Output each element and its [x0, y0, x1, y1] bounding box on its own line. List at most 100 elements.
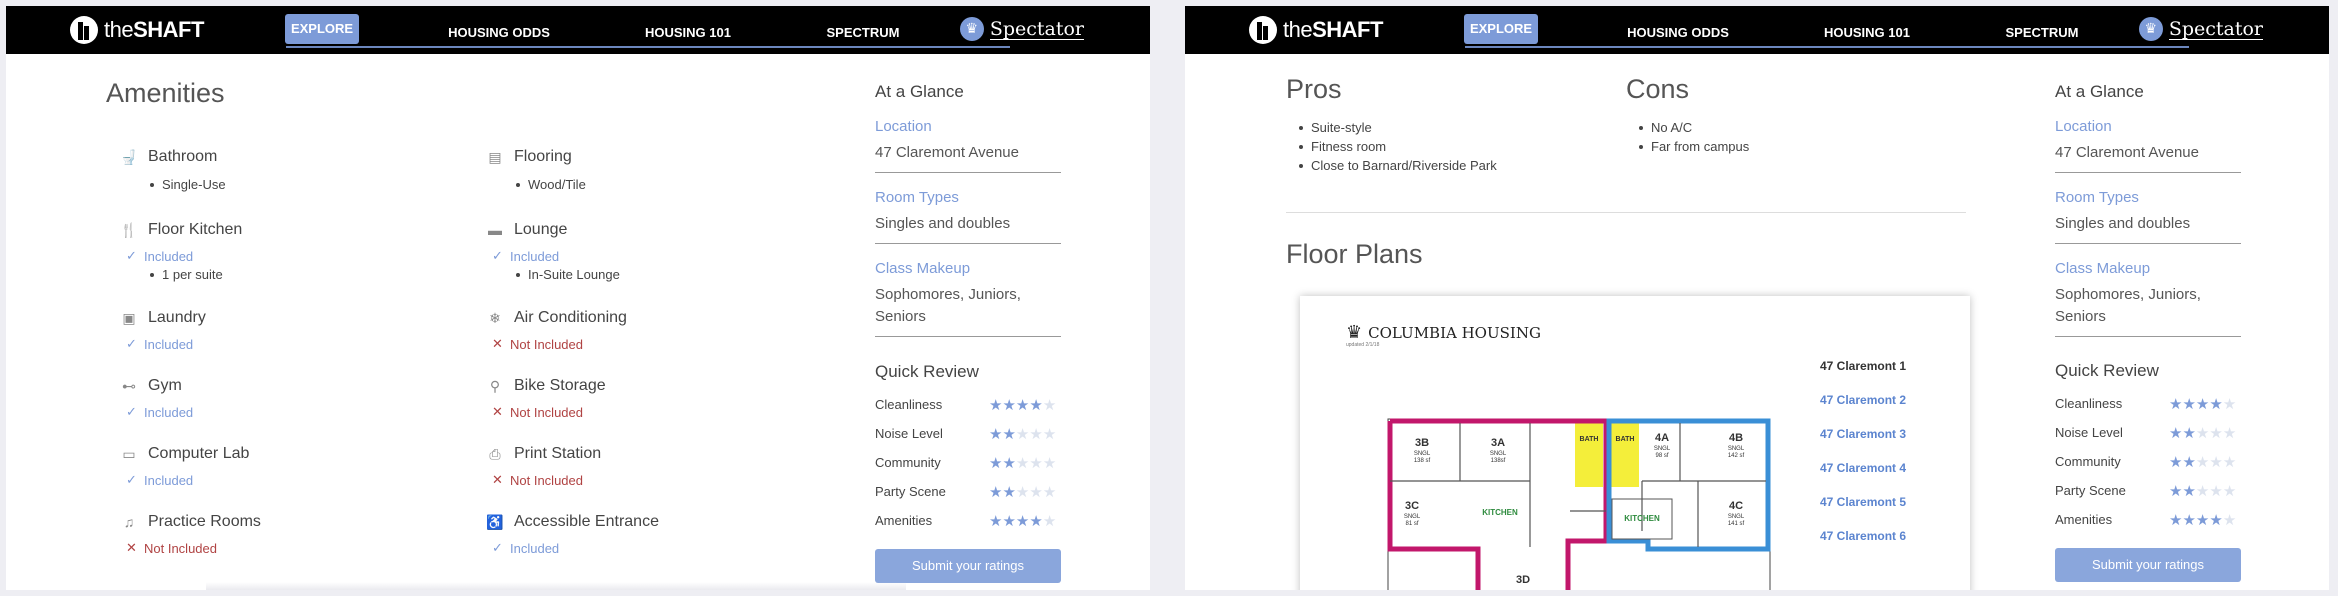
amenity-status-text: Not Included	[510, 336, 583, 352]
star-icon[interactable]: ★	[2196, 396, 2209, 413]
shaft-logo[interactable]: theSHAFT	[70, 16, 204, 44]
star-icon[interactable]: ★	[2223, 425, 2236, 442]
star-icon[interactable]: ★	[1029, 455, 1042, 472]
amenity-status: ✕ Not Included	[492, 472, 601, 488]
bath-label-left: BATH	[1580, 436, 1599, 443]
navbar: theSHAFT EXPLORE HOUSING ODDS HOUSING 10…	[6, 6, 1150, 54]
class-makeup-label[interactable]: Class Makeup	[875, 260, 1061, 277]
rating-row-community: Community ★★★★★	[875, 448, 1061, 477]
star-rating[interactable]: ★★★★★	[2169, 395, 2236, 413]
star-rating[interactable]: ★★★★★	[2169, 424, 2236, 442]
star-icon[interactable]: ★	[1043, 484, 1056, 501]
room-types-label[interactable]: Room Types	[875, 189, 1061, 206]
star-icon[interactable]: ★	[989, 426, 1002, 443]
star-icon[interactable]: ★	[1002, 397, 1015, 414]
star-icon[interactable]: ★	[1029, 484, 1042, 501]
star-rating[interactable]: ★★★★★	[2169, 453, 2236, 471]
location-label[interactable]: Location	[2055, 118, 2241, 135]
star-icon[interactable]: ★	[1002, 513, 1015, 530]
star-icon[interactable]: ★	[2182, 425, 2195, 442]
star-icon[interactable]: ★	[1043, 397, 1056, 414]
star-icon[interactable]: ★	[2223, 483, 2236, 500]
star-icon[interactable]: ★	[989, 455, 1002, 472]
star-icon[interactable]: ★	[989, 397, 1002, 414]
star-icon[interactable]: ★	[1002, 426, 1015, 443]
floor-link-current[interactable]: 47 Claremont 1	[1820, 358, 1906, 392]
star-icon[interactable]: ★	[2223, 454, 2236, 471]
nav-spectrum[interactable]: SPECTRUM	[1997, 19, 2087, 47]
star-icon[interactable]: ★	[1016, 426, 1029, 443]
star-icon[interactable]: ★	[2169, 483, 2182, 500]
rating-row-noise-level: Noise Level ★★★★★	[875, 419, 1061, 448]
star-icon[interactable]: ★	[1043, 426, 1056, 443]
star-icon[interactable]: ★	[1016, 397, 1029, 414]
nav-explore[interactable]: EXPLORE	[285, 14, 359, 44]
room-4b-type: SNGL	[1728, 446, 1745, 452]
star-icon[interactable]: ★	[1016, 513, 1029, 530]
rating-row-party-scene: Party Scene ★★★★★	[2055, 476, 2241, 505]
star-icon[interactable]: ★	[2209, 396, 2222, 413]
star-rating[interactable]: ★★★★★	[2169, 482, 2236, 500]
pros-list: Suite-style Fitness room Close to Barnar…	[1299, 118, 1497, 175]
star-icon[interactable]: ★	[2196, 483, 2209, 500]
nav-spectrum[interactable]: SPECTRUM	[818, 19, 908, 47]
star-icon[interactable]: ★	[2196, 454, 2209, 471]
star-icon[interactable]: ★	[2182, 512, 2195, 529]
star-icon[interactable]: ★	[2169, 425, 2182, 442]
star-icon[interactable]: ★	[2196, 512, 2209, 529]
star-rating[interactable]: ★★★★★	[2169, 511, 2236, 529]
nav-housing-101[interactable]: HOUSING 101	[636, 19, 740, 47]
quick-review: Quick Review Cleanliness ★★★★★ Noise Level…	[2055, 361, 2241, 582]
star-icon[interactable]: ★	[2182, 454, 2195, 471]
star-icon[interactable]: ★	[1002, 455, 1015, 472]
star-icon[interactable]: ★	[2169, 454, 2182, 471]
floor-link[interactable]: 47 Claremont 6	[1820, 528, 1906, 562]
nav-housing-odds[interactable]: HOUSING ODDS	[1623, 19, 1733, 47]
star-icon[interactable]: ★	[2169, 512, 2182, 529]
star-rating[interactable]: ★★★★★	[989, 454, 1056, 472]
star-icon[interactable]: ★	[1029, 397, 1042, 414]
floor-link[interactable]: 47 Claremont 3	[1820, 426, 1906, 460]
star-icon[interactable]: ★	[1043, 455, 1056, 472]
floor-link[interactable]: 47 Claremont 2	[1820, 392, 1906, 426]
location-value: 47 Claremont Avenue	[875, 142, 1061, 173]
star-icon[interactable]: ★	[2182, 483, 2195, 500]
spectator-logo[interactable]: ♛ Spectator	[959, 17, 1084, 41]
star-icon[interactable]: ★	[989, 484, 1002, 501]
shaft-logo[interactable]: theSHAFT	[1249, 16, 1383, 44]
star-icon[interactable]: ★	[2196, 425, 2209, 442]
star-icon[interactable]: ★	[2209, 425, 2222, 442]
star-icon[interactable]: ★	[2169, 396, 2182, 413]
star-rating[interactable]: ★★★★★	[989, 396, 1056, 414]
room-4c-size: 141 sf	[1728, 521, 1745, 527]
star-icon[interactable]: ★	[1016, 484, 1029, 501]
star-icon[interactable]: ★	[989, 513, 1002, 530]
star-icon[interactable]: ★	[2209, 483, 2222, 500]
spectator-logo[interactable]: ♛ Spectator	[2138, 17, 2263, 41]
star-icon[interactable]: ★	[2209, 512, 2222, 529]
nav-housing-odds[interactable]: HOUSING ODDS	[444, 19, 554, 47]
submit-ratings-button[interactable]: Submit your ratings	[875, 549, 1061, 583]
submit-ratings-button[interactable]: Submit your ratings	[2055, 548, 2241, 582]
nav-housing-101[interactable]: HOUSING 101	[1815, 19, 1919, 47]
star-icon[interactable]: ★	[2209, 454, 2222, 471]
section-divider	[1286, 212, 1966, 213]
star-icon[interactable]: ★	[1043, 513, 1056, 530]
nav-explore[interactable]: EXPLORE	[1464, 14, 1538, 44]
star-icon[interactable]: ★	[1029, 513, 1042, 530]
star-icon[interactable]: ★	[2223, 396, 2236, 413]
star-rating[interactable]: ★★★★★	[989, 483, 1056, 501]
class-makeup-label[interactable]: Class Makeup	[2055, 260, 2241, 277]
floor-link[interactable]: 47 Claremont 5	[1820, 494, 1906, 528]
star-icon[interactable]: ★	[1016, 455, 1029, 472]
room-types-label[interactable]: Room Types	[2055, 189, 2241, 206]
location-label[interactable]: Location	[875, 118, 1061, 135]
star-icon[interactable]: ★	[1002, 484, 1015, 501]
star-rating[interactable]: ★★★★★	[989, 512, 1056, 530]
star-rating[interactable]: ★★★★★	[989, 425, 1056, 443]
amenity-status-text: Included	[510, 540, 560, 556]
star-icon[interactable]: ★	[1029, 426, 1042, 443]
star-icon[interactable]: ★	[2182, 396, 2195, 413]
floor-link[interactable]: 47 Claremont 4	[1820, 460, 1906, 494]
star-icon[interactable]: ★	[2223, 512, 2236, 529]
